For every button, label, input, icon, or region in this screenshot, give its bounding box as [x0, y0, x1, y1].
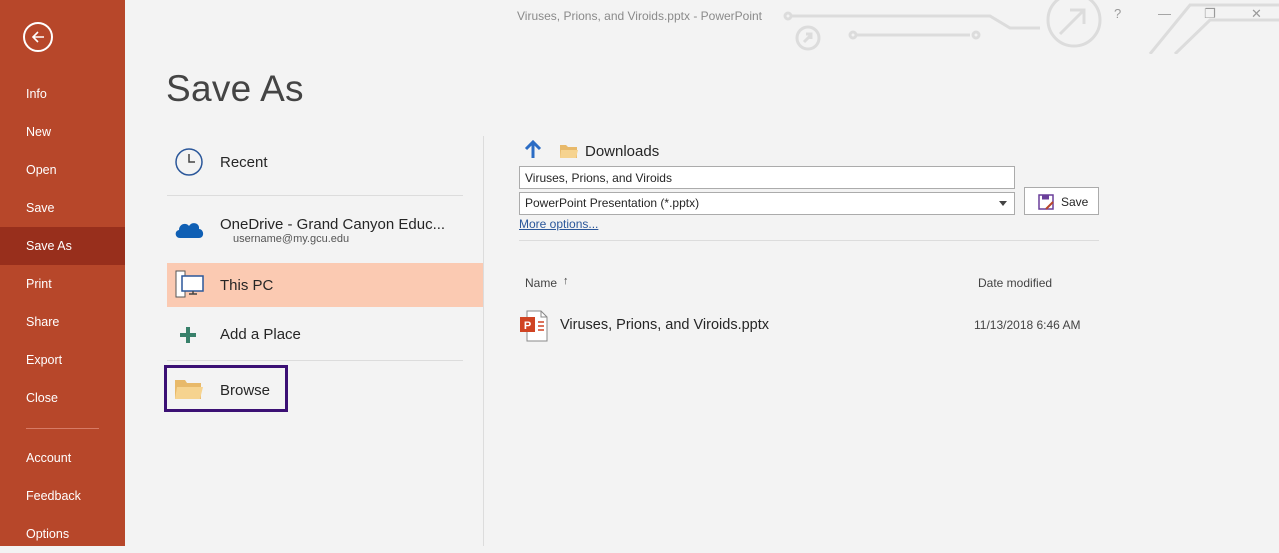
nav-new[interactable]: New: [0, 113, 125, 151]
file-type-value: PowerPoint Presentation (*.pptx): [525, 196, 700, 210]
computer-icon: [175, 270, 204, 298]
save-disk-icon: [1038, 194, 1054, 210]
file-row[interactable]: P Viruses, Prions, and Viroids.pptx 11/1…: [519, 308, 1099, 342]
save-button-label: Save: [1061, 195, 1089, 209]
onedrive-label: OneDrive - Grand Canyon Educ...: [220, 216, 446, 233]
save-button[interactable]: Save: [1024, 187, 1099, 215]
window-title: Viruses, Prions, and Viroids.pptx - Powe…: [517, 9, 763, 23]
back-arrow-icon: [31, 31, 44, 43]
location-onedrive[interactable]: OneDrive - Grand Canyon Educ... username…: [167, 206, 483, 254]
location-this-pc[interactable]: This PC: [167, 263, 483, 307]
current-folder-label[interactable]: Downloads: [585, 143, 659, 160]
file-name: Viruses, Prions, and Viroids.pptx: [560, 317, 770, 333]
sort-ascending-icon: ↑: [563, 275, 569, 287]
nav-options[interactable]: Options: [0, 515, 125, 553]
backstage-sidebar: Info New Open Save Save As Print Share E…: [0, 0, 125, 546]
pane-divider: [483, 136, 484, 546]
back-button[interactable]: [23, 22, 53, 52]
file-icon-letter: P: [524, 320, 531, 332]
location-label: This PC: [220, 277, 274, 294]
nav-save-as[interactable]: Save As: [0, 227, 125, 265]
filename-input[interactable]: [519, 166, 1015, 189]
column-header-name[interactable]: Name: [525, 276, 557, 290]
minimize-button[interactable]: —: [1158, 6, 1171, 21]
column-header-date[interactable]: Date modified: [978, 276, 1052, 290]
more-options-link[interactable]: More options...: [519, 217, 598, 231]
file-date: 11/13/2018 6:46 AM: [974, 318, 1081, 332]
file-type-select[interactable]: PowerPoint Presentation (*.pptx): [519, 192, 1015, 215]
clock-icon: [175, 148, 203, 176]
nav-info[interactable]: Info: [0, 75, 125, 113]
location-label: Recent: [220, 154, 268, 171]
restore-button[interactable]: ❐: [1204, 6, 1216, 22]
nav-export[interactable]: Export: [0, 341, 125, 379]
help-button[interactable]: ?: [1114, 6, 1121, 21]
powerpoint-file-icon: P: [520, 310, 548, 342]
nav-save[interactable]: Save: [0, 189, 125, 227]
location-recent[interactable]: Recent: [167, 140, 483, 186]
chevron-down-icon: [999, 201, 1007, 206]
page-title: Save As: [166, 68, 304, 109]
nav-open[interactable]: Open: [0, 151, 125, 189]
location-add-place[interactable]: Add a Place: [167, 312, 483, 356]
location-divider: [167, 360, 463, 361]
nav-print[interactable]: Print: [0, 265, 125, 303]
location-divider: [167, 195, 463, 196]
plus-icon: [180, 327, 196, 343]
browse-highlight: [164, 365, 288, 412]
close-window-button[interactable]: ✕: [1251, 6, 1262, 22]
nav-close[interactable]: Close: [0, 379, 125, 417]
nav-feedback[interactable]: Feedback: [0, 477, 125, 515]
folder-icon: [560, 145, 578, 158]
nav-share[interactable]: Share: [0, 303, 125, 341]
nav-account[interactable]: Account: [0, 439, 125, 477]
pane-separator: [519, 240, 1099, 241]
nav-divider: [26, 428, 99, 429]
up-folder-arrow-icon[interactable]: [524, 140, 542, 160]
location-label: Add a Place: [220, 326, 301, 343]
onedrive-account: username@my.gcu.edu: [233, 233, 350, 245]
onedrive-cloud-icon: [175, 223, 204, 238]
